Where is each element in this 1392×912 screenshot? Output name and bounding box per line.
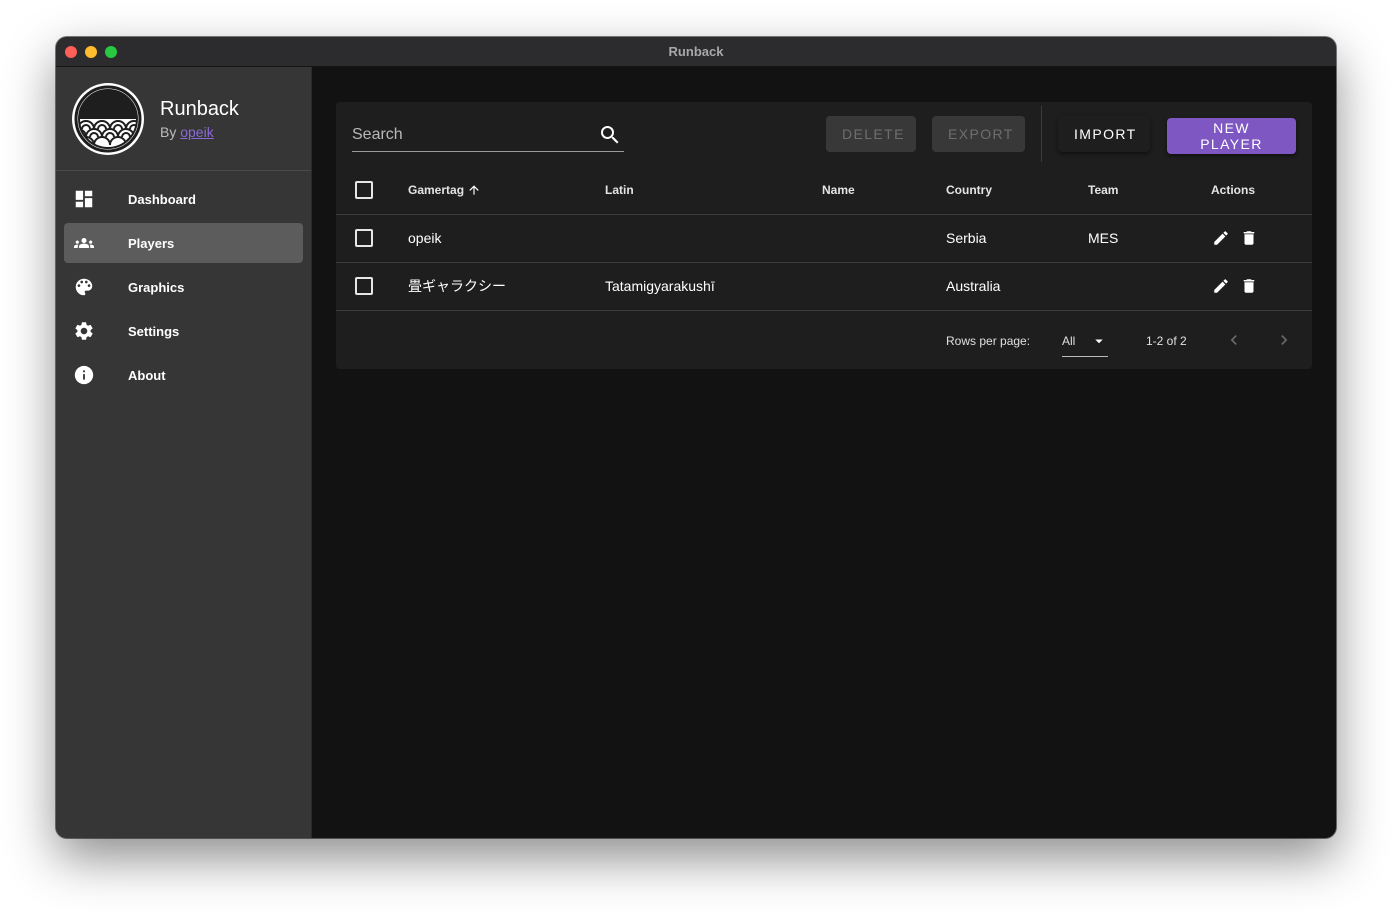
delete-icon[interactable] bbox=[1240, 229, 1258, 247]
cell-actions bbox=[1211, 262, 1312, 311]
players-table-card: DELETE EXPORT IMPORT NEW PLAYER Gamertag bbox=[336, 102, 1312, 369]
toolbar-divider bbox=[1041, 106, 1042, 162]
rows-per-page-value: All bbox=[1062, 334, 1076, 348]
row-select-cell bbox=[336, 262, 408, 311]
sidebar-item-label: Graphics bbox=[128, 279, 185, 295]
app-name: Runback bbox=[160, 97, 239, 120]
dashboard-icon bbox=[64, 188, 104, 210]
search-icon[interactable] bbox=[598, 123, 622, 147]
main-content: DELETE EXPORT IMPORT NEW PLAYER Gamertag bbox=[312, 67, 1336, 838]
table-toolbar: DELETE EXPORT IMPORT NEW PLAYER bbox=[336, 102, 1312, 166]
column-header-team[interactable]: Team bbox=[1088, 166, 1211, 215]
next-page-button[interactable] bbox=[1274, 330, 1294, 353]
sidebar-nav: Dashboard Players Graphics Settings Abou… bbox=[56, 171, 311, 395]
select-all-cell bbox=[336, 166, 408, 215]
sidebar-item-label: Settings bbox=[128, 323, 180, 339]
window-title: Runback bbox=[668, 44, 724, 59]
title-bar: Runback bbox=[56, 37, 1336, 67]
maximize-window-button[interactable] bbox=[105, 46, 117, 58]
sidebar-item-settings[interactable]: Settings bbox=[64, 311, 303, 351]
pagination-range: 1-2 of 2 bbox=[1146, 333, 1187, 348]
brand-header: Runback By opeik bbox=[56, 67, 311, 171]
info-icon bbox=[64, 364, 104, 386]
select-all-checkbox[interactable] bbox=[355, 180, 373, 199]
row-select-cell bbox=[336, 214, 408, 263]
cell-country: Australia bbox=[946, 262, 1088, 311]
window-controls bbox=[65, 46, 117, 58]
sidebar: Runback By opeik Dashboard Players Graph… bbox=[56, 67, 312, 838]
gear-icon bbox=[64, 320, 104, 342]
sidebar-item-label: Players bbox=[128, 235, 175, 251]
previous-page-button[interactable] bbox=[1224, 330, 1244, 353]
arrow-up-icon bbox=[469, 185, 479, 195]
dropdown-arrow-icon bbox=[1095, 339, 1103, 344]
cell-country: Serbia bbox=[946, 214, 1088, 263]
delete-icon[interactable] bbox=[1240, 277, 1258, 295]
column-header-actions: Actions bbox=[1211, 166, 1312, 215]
search-input[interactable] bbox=[352, 126, 598, 144]
export-button[interactable]: EXPORT bbox=[932, 116, 1025, 152]
row-checkbox[interactable] bbox=[355, 229, 373, 248]
column-header-latin[interactable]: Latin bbox=[605, 166, 822, 215]
table-header-row: Gamertag Latin Name Country Team Actions bbox=[336, 166, 1312, 215]
column-header-country[interactable]: Country bbox=[946, 166, 1088, 215]
sidebar-item-label: Dashboard bbox=[128, 191, 196, 207]
cell-name bbox=[822, 262, 946, 311]
delete-button[interactable]: DELETE bbox=[826, 116, 916, 152]
palette-icon bbox=[64, 276, 104, 298]
cell-actions bbox=[1211, 214, 1312, 263]
rows-per-page-label: Rows per page: bbox=[946, 333, 1031, 348]
cell-latin bbox=[605, 214, 822, 263]
cell-name bbox=[822, 214, 946, 263]
runback-logo bbox=[72, 82, 144, 155]
players-table: Gamertag Latin Name Country Team Actions bbox=[336, 166, 1312, 311]
sidebar-item-graphics[interactable]: Graphics bbox=[64, 267, 303, 307]
cell-gamertag: opeik bbox=[408, 214, 605, 263]
table-row: opeik Serbia MES bbox=[336, 214, 1312, 263]
sidebar-item-about[interactable]: About bbox=[64, 355, 303, 395]
edit-icon[interactable] bbox=[1212, 229, 1230, 247]
app-window: Runback Runback By opeik Dashboard Playe… bbox=[56, 37, 1336, 838]
cell-team bbox=[1088, 262, 1211, 311]
author-line: By opeik bbox=[160, 124, 239, 140]
sidebar-item-label: About bbox=[128, 367, 166, 383]
minimize-window-button[interactable] bbox=[85, 46, 97, 58]
by-prefix: By bbox=[160, 123, 177, 140]
table-row: 畳ギャラクシー Tatamigyarakushī Australia bbox=[336, 262, 1312, 311]
row-checkbox[interactable] bbox=[355, 277, 373, 296]
rows-per-page-select[interactable]: All bbox=[1062, 327, 1108, 357]
sidebar-item-players[interactable]: Players bbox=[64, 223, 303, 263]
column-header-name[interactable]: Name bbox=[822, 166, 946, 215]
people-icon bbox=[64, 233, 104, 253]
table-footer: Rows per page: All 1-2 of 2 bbox=[336, 311, 1312, 369]
author-link[interactable]: opeik bbox=[180, 124, 213, 140]
sidebar-item-dashboard[interactable]: Dashboard bbox=[64, 179, 303, 219]
chevron-left-icon bbox=[1230, 334, 1237, 345]
search-field bbox=[352, 119, 624, 152]
cell-gamertag: 畳ギャラクシー bbox=[408, 262, 605, 311]
cell-latin: Tatamigyarakushī bbox=[605, 262, 822, 311]
column-header-gamertag[interactable]: Gamertag bbox=[408, 166, 605, 215]
close-window-button[interactable] bbox=[65, 46, 77, 58]
new-player-button[interactable]: NEW PLAYER bbox=[1167, 118, 1296, 154]
column-header-label: Gamertag bbox=[408, 182, 465, 197]
cell-team: MES bbox=[1088, 214, 1211, 263]
edit-icon[interactable] bbox=[1212, 277, 1230, 295]
chevron-right-icon bbox=[1281, 334, 1288, 345]
import-button[interactable]: IMPORT bbox=[1058, 116, 1150, 152]
